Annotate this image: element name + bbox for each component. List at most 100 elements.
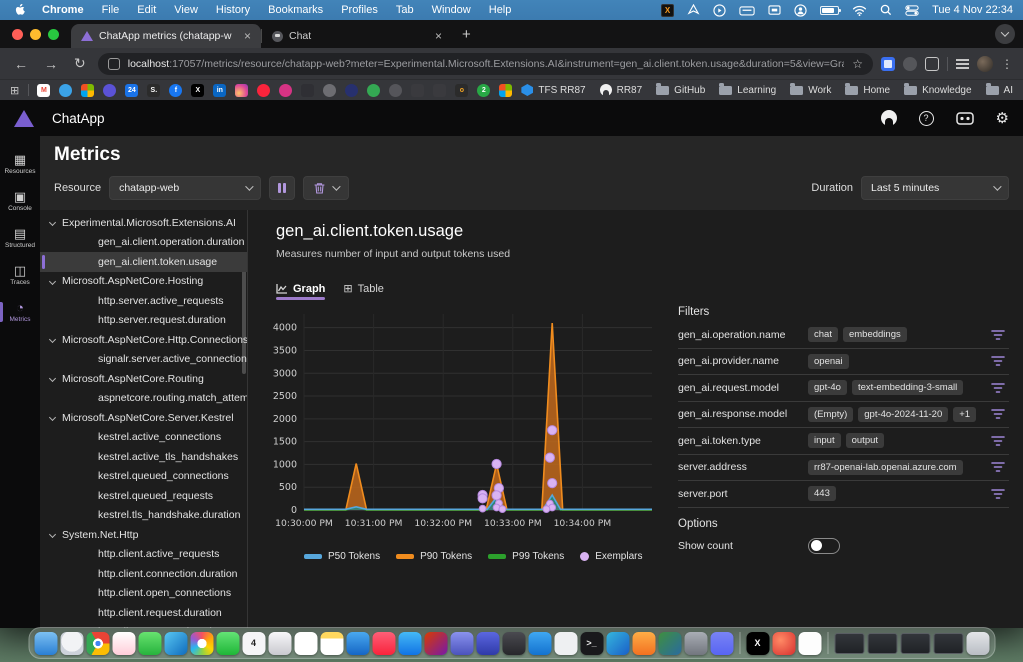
bookmark-favicon-green-2[interactable]: 2 xyxy=(477,84,490,97)
dock-x-app[interactable]: X xyxy=(746,632,769,655)
nav-metrics[interactable]: ◔Metrics xyxy=(0,298,40,326)
dock-notes[interactable] xyxy=(320,632,343,655)
dock-m365-copilot[interactable] xyxy=(424,632,447,655)
dock-window-thumb-1[interactable] xyxy=(834,633,864,654)
exemplar-dot[interactable] xyxy=(499,506,506,513)
github-icon[interactable] xyxy=(881,110,897,126)
bookmark-rr87[interactable]: RR87 xyxy=(600,84,643,96)
dock-weather[interactable] xyxy=(346,632,369,655)
bookmark-favicon-orange-dot[interactable]: o xyxy=(455,84,468,97)
bookmark-favicon-sync-1[interactable] xyxy=(411,84,424,97)
exemplar-dot[interactable] xyxy=(478,494,487,503)
address-bar[interactable]: localhost:17057/metrics/resource/chatapp… xyxy=(98,53,873,75)
clear-metrics-button[interactable] xyxy=(303,176,349,200)
tab-close-icon[interactable]: × xyxy=(433,29,444,43)
menu-edit[interactable]: Edit xyxy=(128,4,165,16)
exemplar-dot[interactable] xyxy=(548,426,557,435)
bookmark-tfs-rr87[interactable]: TFS RR87 xyxy=(521,84,585,96)
filter-funnel-icon[interactable] xyxy=(991,355,1005,367)
forward-button[interactable]: → xyxy=(40,56,62,72)
dock-one-password[interactable] xyxy=(476,632,499,655)
browser-menu-button[interactable]: ⋮ xyxy=(1001,57,1013,71)
play-status-icon[interactable] xyxy=(713,4,726,17)
bookmark-favicon-gmail[interactable]: M xyxy=(37,84,50,97)
wifi-icon[interactable] xyxy=(852,5,867,16)
new-tab-button[interactable]: + xyxy=(462,26,471,43)
dock-outlook[interactable] xyxy=(164,632,187,655)
dock-calendar[interactable]: 4 xyxy=(242,632,265,655)
menu-tab[interactable]: Tab xyxy=(387,4,423,16)
bookmark-favicon-apple-music[interactable] xyxy=(257,84,270,97)
dock-messages[interactable] xyxy=(138,632,161,655)
filter-chip[interactable]: chat xyxy=(808,327,838,342)
filter-chip[interactable]: openai xyxy=(808,354,849,369)
filter-chip[interactable]: embeddings xyxy=(843,327,907,342)
dock-music[interactable] xyxy=(372,632,395,655)
filter-chip[interactable]: gpt-4o-2024-11-20 xyxy=(858,407,948,422)
display-status-icon[interactable] xyxy=(768,5,781,16)
bookmark-favicon-instagram[interactable] xyxy=(235,84,248,97)
tree-group[interactable]: Microsoft.AspNetCore.Hosting xyxy=(40,272,247,292)
nav-traces[interactable]: ◫Traces xyxy=(0,261,40,289)
site-info-icon[interactable] xyxy=(108,58,120,70)
tab-graph[interactable]: Graph xyxy=(276,282,325,300)
tree-item[interactable]: kestrel.queued_requests xyxy=(40,486,247,506)
minimize-window-button[interactable] xyxy=(30,29,41,40)
reading-list-icon[interactable] xyxy=(956,59,969,69)
show-count-toggle[interactable] xyxy=(808,538,840,554)
extensions-puzzle-icon[interactable] xyxy=(925,57,939,71)
dock-hammer-dev[interactable] xyxy=(502,632,525,655)
bookmark-favicon-copilot[interactable] xyxy=(103,84,116,97)
dock-vscode[interactable] xyxy=(528,632,551,655)
menu-profiles[interactable]: Profiles xyxy=(332,4,387,16)
dock-app-store[interactable] xyxy=(398,632,421,655)
profile-avatar[interactable] xyxy=(977,56,993,72)
browser-tab[interactable]: Chat× xyxy=(262,24,452,48)
user-status-icon[interactable] xyxy=(794,4,807,17)
menu-chrome[interactable]: Chrome xyxy=(33,4,93,16)
bookmark-work[interactable]: Work xyxy=(790,85,831,96)
filter-chip[interactable]: +1 xyxy=(953,407,976,422)
battery-icon[interactable] xyxy=(820,6,839,15)
browser-tab[interactable]: ChatApp metrics (chatapp-w× xyxy=(71,24,261,48)
dock-window-thumb-2[interactable] xyxy=(867,633,897,654)
tree-item[interactable]: http.client.connection.duration xyxy=(40,564,247,584)
bookmark-favicon-s-dot[interactable]: S. xyxy=(147,84,160,97)
tab-table[interactable]: ⊞Table xyxy=(343,282,384,300)
menu-view[interactable]: View xyxy=(165,4,207,16)
tree-group[interactable]: Experimental.Microsoft.Extensions.AI xyxy=(40,213,247,233)
tree-item[interactable]: kestrel.active_connections xyxy=(40,428,247,448)
tab-search-button[interactable] xyxy=(995,24,1015,44)
tree-item[interactable]: http.client.active_requests xyxy=(40,545,247,565)
exemplar-dot[interactable] xyxy=(492,459,501,468)
bookmark-favicon-pink-play[interactable] xyxy=(279,84,292,97)
dock-teams[interactable] xyxy=(450,632,473,655)
close-window-button[interactable] xyxy=(12,29,23,40)
menu-bookmarks[interactable]: Bookmarks xyxy=(259,4,332,16)
filter-chip[interactable]: text-embedding-3-small xyxy=(852,380,963,395)
spotlight-search-icon[interactable] xyxy=(880,4,892,16)
legend-p99-tokens[interactable]: P99 Tokens xyxy=(488,551,564,562)
nav-arrow-icon[interactable] xyxy=(687,4,700,17)
bookmark-favicon-dark-app-1[interactable] xyxy=(301,84,314,97)
filter-chip[interactable]: 443 xyxy=(808,486,836,501)
dock-textedit[interactable] xyxy=(798,632,821,655)
duration-select[interactable]: Last 5 minutes xyxy=(861,176,1009,200)
tree-item[interactable]: kestrel.tls_handshake.duration xyxy=(40,506,247,526)
filter-funnel-icon[interactable] xyxy=(991,382,1005,394)
control-center-icon[interactable] xyxy=(905,5,919,16)
tree-item[interactable]: signalr.server.active_connections xyxy=(40,350,247,370)
dock-app-cleaner[interactable] xyxy=(554,632,577,655)
exemplar-dot[interactable] xyxy=(543,506,550,513)
tree-item[interactable]: http.client.open_connections xyxy=(40,584,247,604)
filter-funnel-icon[interactable] xyxy=(991,435,1005,447)
bookmark-favicon-microsoft[interactable] xyxy=(81,84,94,97)
bookmark-learning[interactable]: Learning xyxy=(719,85,776,96)
extension-icon[interactable] xyxy=(903,57,917,71)
tree-item[interactable]: kestrel.queued_connections xyxy=(40,467,247,487)
apple-logo[interactable] xyxy=(14,4,25,16)
dock-facetime[interactable] xyxy=(216,632,239,655)
bookmark-favicon-calendar-24[interactable]: 24 xyxy=(125,84,138,97)
filter-chip[interactable]: input xyxy=(808,433,841,448)
dock-contacts[interactable] xyxy=(268,632,291,655)
